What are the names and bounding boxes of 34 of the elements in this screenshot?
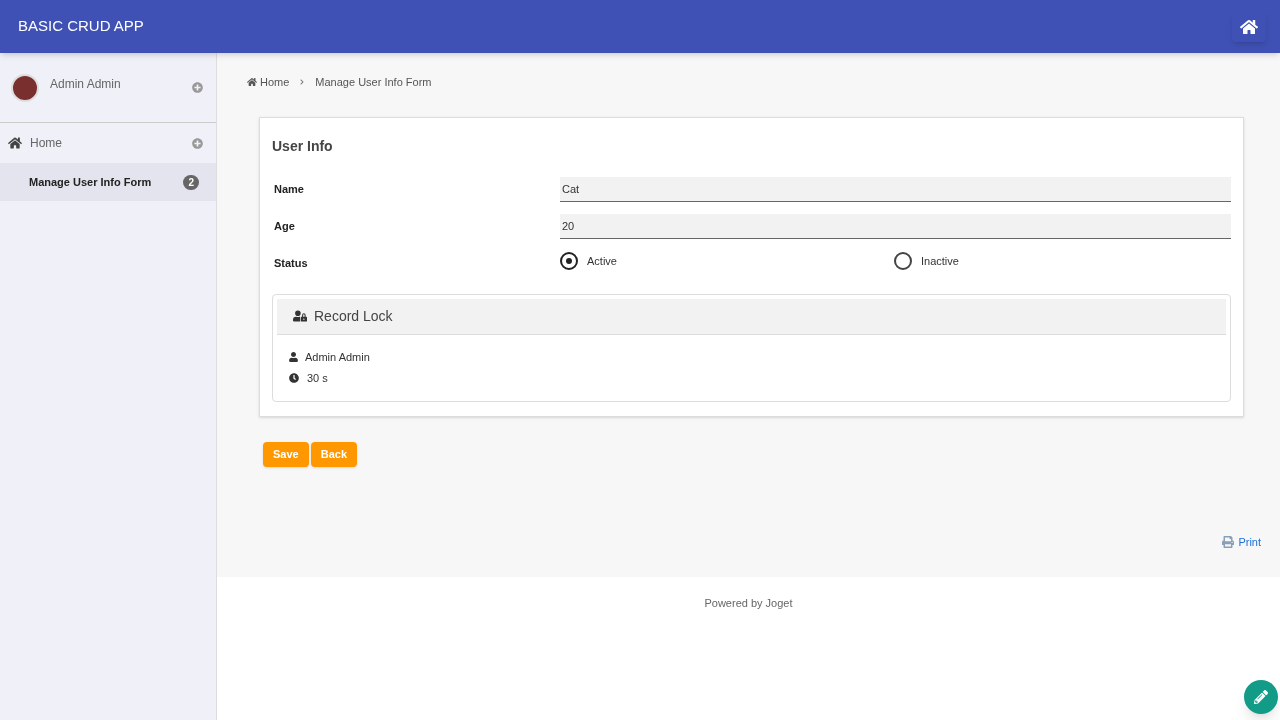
app-title: BASIC CRUD APP — [18, 16, 144, 37]
user-name: Admin Admin — [50, 75, 122, 93]
radio-option[interactable]: Inactive — [894, 252, 1228, 270]
sidebar-item[interactable]: Manage User Info Form 2 — [0, 163, 216, 201]
form-title: User Info — [272, 136, 334, 156]
user-icon — [289, 351, 298, 362]
lock-user: Admin Admin — [305, 349, 370, 365]
chevron-icon — [299, 79, 306, 86]
footer-text: Powered by Joget — [704, 596, 793, 611]
expand-icon — [192, 137, 203, 149]
count-badge: 2 — [183, 174, 199, 190]
breadcrumb-link[interactable]: Manage User Info Form — [315, 74, 432, 91]
clock-icon — [289, 373, 299, 384]
edit-button[interactable] — [1244, 680, 1278, 714]
print-link[interactable]: Print — [1222, 533, 1261, 550]
sidebar-item[interactable]: Home — [0, 123, 216, 163]
input-field[interactable]: 20 — [560, 213, 1231, 239]
printer-icon — [1222, 535, 1235, 548]
input-field[interactable]: Cat — [560, 176, 1231, 202]
home-icon — [8, 136, 22, 150]
pencil-icon — [1254, 690, 1268, 704]
lock-time: 30 s — [307, 371, 328, 386]
home-button[interactable] — [1232, 11, 1266, 42]
breadcrumb-link[interactable]: Home — [247, 74, 290, 91]
panel-header: Record Lock — [277, 298, 1226, 335]
avatar — [11, 73, 39, 102]
home-icon — [247, 77, 257, 88]
home-icon — [1240, 17, 1258, 36]
field-label: Name — [273, 181, 305, 197]
field-label: Age — [273, 218, 296, 234]
expand-icon[interactable] — [192, 82, 203, 93]
field-label: Status — [273, 255, 309, 271]
user-lock-icon — [293, 310, 307, 322]
radio-option[interactable]: Active — [560, 252, 894, 270]
